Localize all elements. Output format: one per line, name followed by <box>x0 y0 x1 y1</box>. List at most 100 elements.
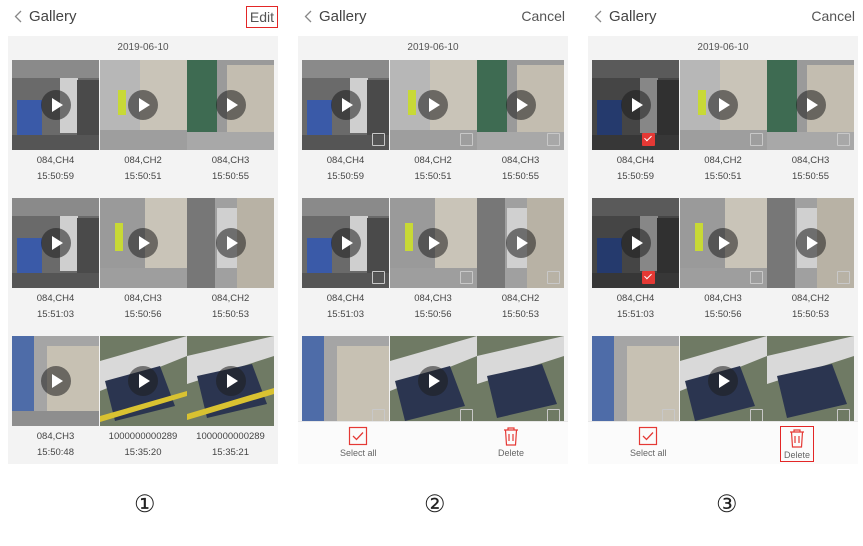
item-channel: 084,CH4 <box>326 293 365 304</box>
video-thumbnail[interactable] <box>389 198 477 288</box>
video-item[interactable]: 084,CH2 15:50:51 <box>679 60 767 193</box>
video-item[interactable]: 084,CH3 15:50:55 <box>187 60 274 193</box>
video-item[interactable]: 084,CH3 15:50:55 <box>477 60 564 193</box>
video-thumbnail[interactable] <box>592 336 679 426</box>
select-checkbox[interactable] <box>749 271 763 284</box>
play-icon <box>215 366 246 396</box>
video-thumbnail[interactable] <box>389 336 477 426</box>
select-all-button[interactable]: Select all <box>340 426 377 458</box>
video-item[interactable]: 084,CH2 15:50:53 <box>767 198 854 331</box>
video-thumbnail[interactable] <box>302 60 389 150</box>
play-icon <box>128 228 158 258</box>
video-thumbnail[interactable] <box>592 60 679 150</box>
item-time: 15:50:56 <box>414 309 452 320</box>
date-header: 2019-06-10 <box>117 42 169 53</box>
delete-button[interactable]: Delete <box>498 426 524 458</box>
video-item[interactable]: 084,CH3 15:50:48 <box>12 336 99 464</box>
video-thumbnail[interactable] <box>12 198 99 288</box>
video-item[interactable] <box>679 336 767 426</box>
video-thumbnail[interactable] <box>99 198 187 288</box>
select-checkbox[interactable] <box>837 271 850 284</box>
item-channel: 084,CH3 <box>414 293 452 304</box>
video-item[interactable]: 084,CH4 15:51:03 <box>12 198 99 331</box>
edit-button[interactable]: Edit <box>245 6 278 28</box>
item-channel: 1000000000289 <box>196 431 265 442</box>
play-icon <box>795 90 826 120</box>
video-thumbnail[interactable] <box>767 336 854 426</box>
select-checkbox[interactable] <box>837 133 850 146</box>
select-checkbox[interactable] <box>372 133 385 146</box>
video-thumbnail[interactable] <box>679 198 767 288</box>
select-checkbox[interactable] <box>459 133 473 146</box>
play-icon <box>708 90 738 120</box>
video-thumbnail[interactable] <box>302 198 389 288</box>
video-item[interactable]: 1000000000289 15:35:21 <box>187 336 274 464</box>
video-item[interactable]: 084,CH3 15:50:56 <box>679 198 767 331</box>
video-thumbnail[interactable] <box>187 198 274 288</box>
video-thumbnail[interactable] <box>477 198 564 288</box>
video-thumbnail[interactable] <box>679 60 767 150</box>
video-thumbnail[interactable] <box>99 336 187 426</box>
video-item[interactable]: 084,CH4 15:50:59 <box>12 60 99 193</box>
video-thumbnail[interactable] <box>477 336 564 426</box>
video-thumbnail[interactable] <box>389 60 477 150</box>
item-channel: 084,CH2 <box>211 293 250 304</box>
item-channel: 084,CH2 <box>704 155 742 166</box>
video-thumbnail[interactable] <box>592 198 679 288</box>
item-time: 15:50:55 <box>502 171 539 182</box>
bottom-action-bar: Select all Delete <box>588 421 858 464</box>
video-thumbnail[interactable] <box>99 60 187 150</box>
video-item[interactable]: 084,CH4 15:51:03 <box>592 198 679 331</box>
video-thumbnail[interactable] <box>187 60 274 150</box>
video-item[interactable]: 084,CH3 15:50:56 <box>389 198 477 331</box>
select-checkbox[interactable] <box>372 271 385 284</box>
video-thumbnail[interactable] <box>767 198 854 288</box>
video-item[interactable]: 084,CH2 15:50:51 <box>389 60 477 193</box>
date-header: 2019-06-10 <box>697 42 749 53</box>
select-all-button[interactable]: Select all <box>630 426 667 458</box>
video-thumbnail[interactable] <box>12 336 99 426</box>
select-checkbox-checked[interactable] <box>642 271 655 284</box>
video-item[interactable]: 084,CH4 15:51:03 <box>302 198 389 331</box>
video-item[interactable] <box>302 336 389 426</box>
select-checkbox-checked[interactable] <box>642 133 655 146</box>
select-checkbox[interactable] <box>459 271 473 284</box>
video-thumbnail[interactable] <box>679 336 767 426</box>
back-button[interactable]: Gallery <box>304 8 367 25</box>
select-checkbox[interactable] <box>749 133 763 146</box>
item-channel: 084,CH3 <box>791 155 830 166</box>
video-item[interactable]: 084,CH2 15:50:53 <box>477 198 564 331</box>
back-button[interactable]: Gallery <box>14 8 77 25</box>
video-item[interactable] <box>592 336 679 426</box>
video-thumbnail[interactable] <box>767 60 854 150</box>
video-item[interactable] <box>389 336 477 426</box>
item-channel: 084,CH4 <box>616 293 655 304</box>
video-item[interactable] <box>767 336 854 426</box>
video-item[interactable]: 084,CH2 15:50:51 <box>99 60 187 193</box>
video-item[interactable]: 084,CH4 15:50:59 <box>302 60 389 193</box>
video-item[interactable]: 084,CH4 15:50:59 <box>592 60 679 193</box>
video-item[interactable]: 084,CH3 15:50:56 <box>99 198 187 331</box>
item-time: 15:51:03 <box>327 309 364 320</box>
video-thumbnail[interactable] <box>12 60 99 150</box>
item-time: 15:51:03 <box>617 309 654 320</box>
select-checkbox[interactable] <box>547 133 560 146</box>
video-item[interactable] <box>477 336 564 426</box>
video-item[interactable]: 084,CH2 15:50:53 <box>187 198 274 331</box>
video-item[interactable]: 084,CH3 15:50:55 <box>767 60 854 193</box>
item-time: 15:50:55 <box>792 171 829 182</box>
select-all-label: Select all <box>340 448 377 458</box>
play-icon <box>330 90 361 120</box>
video-item[interactable]: 1000000000289 15:35:20 <box>99 336 187 464</box>
cancel-button[interactable]: Cancel <box>808 6 858 26</box>
chevron-left-icon <box>14 10 22 23</box>
cancel-button[interactable]: Cancel <box>518 6 568 26</box>
video-thumbnail[interactable] <box>477 60 564 150</box>
item-channel: 084,CH4 <box>616 155 655 166</box>
delete-button[interactable]: Delete <box>780 426 815 462</box>
item-time: 15:50:56 <box>704 309 742 320</box>
video-thumbnail[interactable] <box>302 336 389 426</box>
select-checkbox[interactable] <box>547 271 560 284</box>
video-thumbnail[interactable] <box>187 336 274 426</box>
back-button[interactable]: Gallery <box>594 8 657 25</box>
